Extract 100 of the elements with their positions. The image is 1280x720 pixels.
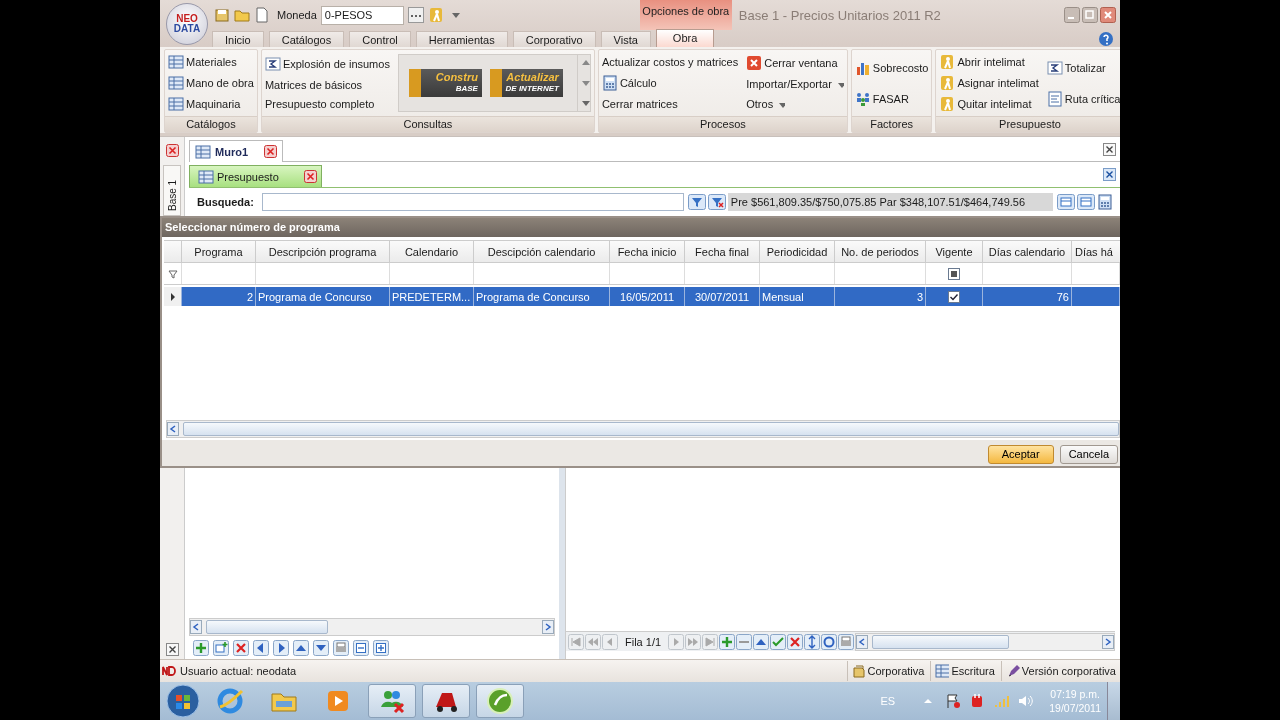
ribbon-button[interactable]: Matrices de básicos — [264, 79, 390, 91]
ribbon-button[interactable]: Cerrar matrices — [601, 98, 739, 111]
close-icon[interactable] — [1103, 168, 1116, 181]
ribbon-button[interactable]: Materiales — [168, 54, 254, 71]
ribbon-button[interactable]: Explosión de insumos — [264, 55, 390, 72]
filter-checkbox[interactable] — [948, 267, 960, 280]
ribbon-button[interactable]: Actualizar costos y matrices — [601, 55, 739, 68]
close-icon[interactable] — [264, 145, 277, 158]
ribbon-button[interactable]: Importar/Exportar — [746, 77, 844, 91]
column-header[interactable]: Días há — [1072, 241, 1120, 262]
column-header[interactable]: Días calendario — [983, 241, 1072, 262]
clear-filter-icon[interactable] — [707, 194, 726, 210]
scrollbar[interactable] — [189, 618, 555, 636]
currency-field[interactable]: 0-PESOS — [320, 5, 404, 25]
ribbon-button[interactable]: Totalizar — [1046, 59, 1120, 76]
status-item[interactable]: Corporativa — [846, 661, 929, 681]
restore-button[interactable] — [1082, 7, 1098, 23]
expand-icon[interactable] — [373, 640, 389, 656]
column-header[interactable]: Fecha final — [685, 241, 760, 262]
accept-button[interactable]: Aceptar — [987, 444, 1054, 464]
column-header[interactable]: Calendario — [390, 241, 474, 262]
column-header[interactable]: Vigente — [926, 241, 983, 262]
calculator-icon[interactable] — [1096, 194, 1115, 210]
column-header[interactable]: Descripción programa — [256, 241, 390, 262]
previous-icon[interactable] — [602, 633, 618, 650]
column-header[interactable]: Programa — [182, 241, 256, 262]
collapse-icon[interactable] — [353, 640, 369, 656]
ribbon-tab[interactable]: Inicio — [212, 31, 264, 47]
show-desktop-button[interactable] — [1107, 682, 1120, 720]
taskbar-button[interactable] — [422, 684, 470, 718]
ribbon-button[interactable]: Ruta crítica — [1046, 90, 1120, 107]
ribbon-tab[interactable]: Herramientas — [415, 31, 508, 47]
filter-icon[interactable] — [687, 194, 706, 210]
gallery-button[interactable]: Actualizar DE INTERNET — [489, 69, 563, 97]
save-icon[interactable] — [214, 7, 230, 23]
help-icon[interactable] — [1098, 30, 1114, 47]
ribbon-tab[interactable]: Obra — [655, 29, 715, 47]
column-header[interactable]: Descipción calendario — [474, 241, 610, 262]
search-field[interactable] — [261, 193, 684, 211]
flag-icon[interactable] — [945, 693, 962, 709]
ribbon-button[interactable]: Maquinaria — [168, 95, 254, 112]
column-header[interactable]: Fecha inicio — [610, 241, 685, 262]
folder-icon[interactable] — [234, 7, 250, 23]
ribbon-button[interactable]: Asignar intelimat — [939, 75, 1039, 91]
context-tab[interactable]: Opciones de obra — [639, 0, 732, 30]
ribbon-button[interactable]: Cerrar ventana — [746, 55, 844, 71]
ribbon-button[interactable]: Quitar intelimat — [939, 95, 1039, 112]
scrollbar[interactable] — [166, 420, 1120, 438]
close-button[interactable] — [1100, 7, 1116, 23]
refresh-icon[interactable] — [821, 633, 838, 650]
new-document-icon[interactable] — [254, 7, 270, 23]
previous-page-icon[interactable] — [585, 633, 601, 650]
table-row[interactable]: 2 Programa de Concurso PREDETERM... Programa de Concurso 16/05/2011 30/07/2011 Mensual 3 76 — [164, 287, 1120, 306]
volume-icon[interactable] — [1017, 693, 1034, 709]
column-header[interactable]: Periodicidad — [760, 241, 835, 262]
cancel-button[interactable]: Cancela — [1059, 444, 1118, 464]
side-tab[interactable]: Base 1 — [163, 165, 181, 216]
ribbon-button[interactable]: Mano de obra — [168, 75, 254, 91]
next-icon[interactable] — [668, 633, 685, 650]
ribbon-tab[interactable]: Corporativo — [512, 31, 596, 47]
ribbon-tab[interactable]: Catálogos — [268, 31, 345, 47]
checkbox[interactable] — [948, 290, 960, 303]
ribbon-button[interactable]: Cálculo — [601, 75, 739, 91]
start-button[interactable] — [166, 684, 200, 718]
status-item[interactable]: Versión corporativa — [1000, 661, 1120, 681]
cancel-icon[interactable] — [787, 633, 804, 650]
ribbon-button[interactable]: FASAR — [854, 90, 929, 107]
delete-icon[interactable] — [233, 640, 249, 656]
next-page-icon[interactable] — [685, 633, 702, 650]
print-icon[interactable] — [838, 633, 855, 650]
gallery-button[interactable]: Constru BASE — [408, 69, 482, 97]
status-item[interactable]: Escritura — [930, 661, 999, 681]
minimize-button[interactable] — [1064, 7, 1080, 23]
app-logo[interactable]: NEO DATA — [166, 3, 208, 45]
close-icon[interactable] — [165, 643, 179, 656]
column-header[interactable]: No. de periodos — [835, 241, 926, 262]
sort-icon[interactable] — [804, 633, 821, 650]
sub-tab[interactable]: Presupuesto — [189, 165, 322, 187]
view-icon[interactable] — [1056, 194, 1075, 210]
scrollbar[interactable] — [855, 632, 1115, 651]
close-icon[interactable] — [303, 170, 317, 183]
remove-icon[interactable] — [736, 633, 753, 650]
add-icon[interactable] — [193, 640, 209, 656]
browse-button[interactable] — [407, 7, 424, 23]
first-icon[interactable] — [568, 633, 584, 650]
confirm-icon[interactable] — [770, 633, 787, 650]
add-row-icon[interactable] — [213, 640, 229, 656]
ribbon-button[interactable]: Abrir intelimat — [939, 54, 1039, 71]
ribbon-button[interactable]: Presupuesto completo — [264, 98, 390, 111]
print-icon[interactable] — [333, 640, 349, 656]
last-icon[interactable] — [702, 633, 719, 650]
view-icon[interactable] — [1076, 194, 1095, 210]
ribbon-tab[interactable]: Vista — [600, 31, 651, 47]
close-icon[interactable] — [1103, 142, 1116, 156]
add-icon[interactable] — [719, 633, 736, 650]
ribbon-button[interactable]: Otros — [746, 97, 844, 111]
close-icon[interactable] — [165, 144, 179, 157]
document-tab[interactable]: Muro1 — [189, 140, 283, 162]
ribbon-tab[interactable]: Control — [349, 31, 411, 47]
ribbon-button[interactable]: Sobrecosto — [854, 59, 929, 76]
